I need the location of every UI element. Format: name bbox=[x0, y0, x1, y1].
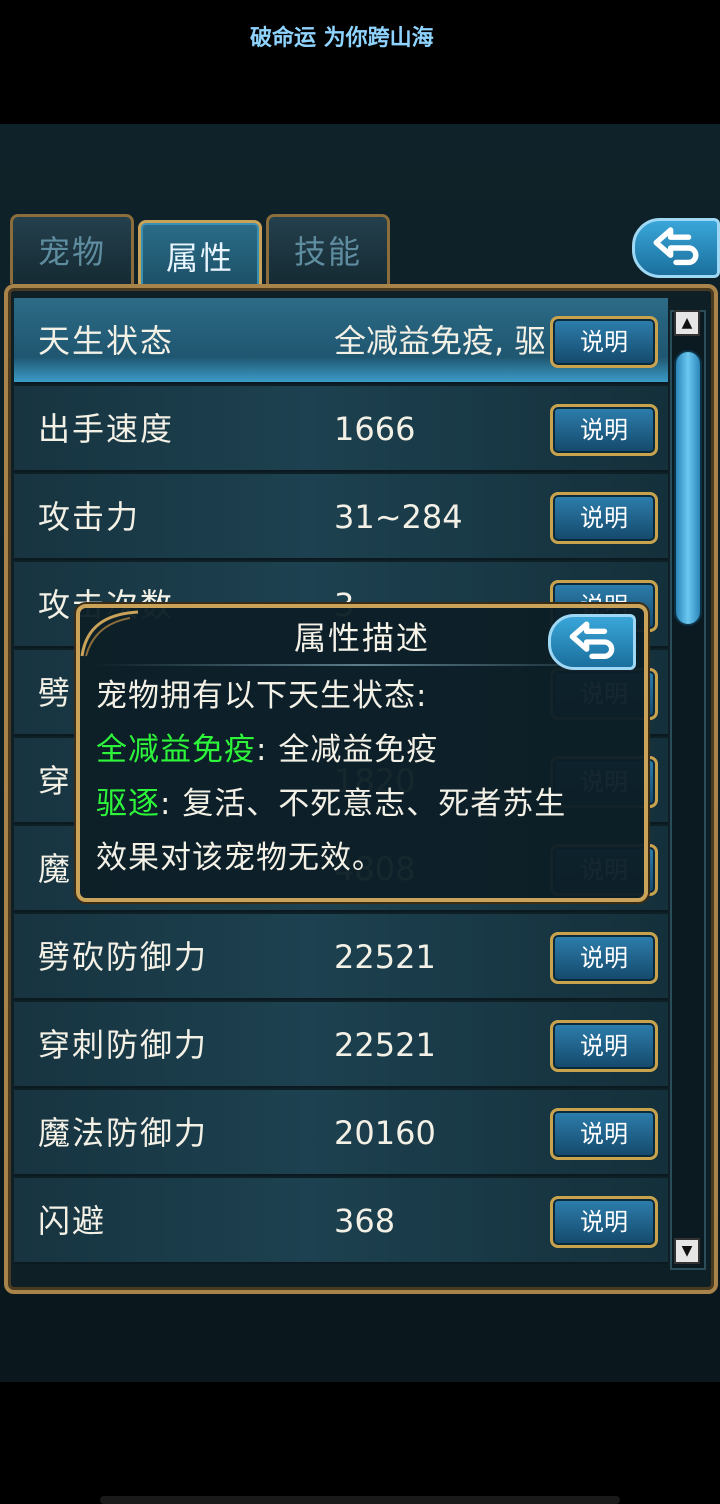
attribute-row[interactable]: 天生状态 全减益免疫, 驱 说明 bbox=[14, 298, 668, 384]
attribute-label: 穿刺防御力 bbox=[38, 1026, 209, 1064]
attribute-label: 攻击力 bbox=[38, 498, 141, 536]
tab-pets[interactable]: 宠物 bbox=[10, 214, 134, 284]
popup-close-button[interactable] bbox=[548, 614, 636, 670]
scroll-down-icon[interactable]: ▼ bbox=[674, 1238, 700, 1264]
attribute-value: 全减益免疫, 驱 bbox=[334, 322, 544, 360]
attribute-row[interactable]: 穿刺防御力 22521 说明 bbox=[14, 1002, 668, 1088]
status-desc: 全减益免疫 bbox=[278, 732, 439, 768]
tab-skills[interactable]: 技能 bbox=[266, 214, 390, 284]
explain-button[interactable]: 说明 bbox=[550, 932, 658, 984]
attribute-row[interactable]: 出手速度 1666 说明 bbox=[14, 386, 668, 472]
back-button[interactable] bbox=[632, 218, 720, 278]
attribute-value: 31~284 bbox=[334, 498, 463, 536]
popup-intro: 宠物拥有以下天生状态: bbox=[96, 678, 428, 714]
explain-button[interactable]: 说明 bbox=[550, 1196, 658, 1248]
attribute-label: 魔 bbox=[38, 850, 73, 888]
separator: : bbox=[160, 786, 183, 822]
explain-button[interactable]: 说明 bbox=[550, 404, 658, 456]
attribute-value: 22521 bbox=[334, 938, 436, 976]
separator: : bbox=[256, 732, 279, 768]
attribute-label: 劈砍防御力 bbox=[38, 938, 209, 976]
scrollbar-thumb[interactable] bbox=[674, 350, 702, 626]
home-indicator bbox=[100, 1496, 620, 1504]
attribute-row[interactable]: 攻击力 31~284 说明 bbox=[14, 474, 668, 560]
attribute-value: 22521 bbox=[334, 1026, 436, 1064]
attribute-row[interactable]: 魔法防御力 20160 说明 bbox=[14, 1090, 668, 1176]
attribute-label: 闪避 bbox=[38, 1202, 107, 1240]
explain-button[interactable]: 说明 bbox=[550, 316, 658, 368]
attribute-row[interactable]: 闪避 368 说明 bbox=[14, 1178, 668, 1264]
status-desc: 复活、不死意志、死者苏生 bbox=[182, 786, 567, 822]
popup-line-3: 效果对该宠物无效。 bbox=[96, 840, 384, 876]
attribute-row[interactable]: 劈砍防御力 22521 说明 bbox=[14, 914, 668, 1000]
attribute-label: 穿 bbox=[38, 762, 73, 800]
attribute-value: 20160 bbox=[334, 1114, 436, 1152]
attribute-label: 魔法防御力 bbox=[38, 1114, 209, 1152]
attribute-value: 368 bbox=[334, 1202, 396, 1240]
banner-text: 破命运 为你跨山海 bbox=[250, 26, 434, 51]
scroll-up-icon[interactable]: ▲ bbox=[674, 310, 700, 336]
bottom-area bbox=[0, 1382, 720, 1504]
explain-button[interactable]: 说明 bbox=[550, 492, 658, 544]
status-name: 全减益免疫 bbox=[96, 732, 256, 768]
back-arrow-icon bbox=[569, 621, 615, 659]
tab-attributes[interactable]: 属性 bbox=[138, 220, 262, 294]
explain-button[interactable]: 说明 bbox=[550, 1108, 658, 1160]
popup-line-1: 全减益免疫: 全减益免疫 bbox=[96, 724, 438, 769]
attribute-value: 1666 bbox=[334, 410, 416, 448]
explain-button[interactable]: 说明 bbox=[550, 1020, 658, 1072]
attribute-label: 天生状态 bbox=[38, 322, 175, 360]
popup-line-2: 驱逐: 复活、不死意志、死者苏生 bbox=[96, 778, 566, 823]
attribute-label: 劈 bbox=[38, 674, 73, 712]
back-arrow-icon bbox=[653, 227, 699, 266]
status-name: 驱逐 bbox=[96, 786, 160, 822]
attribute-label: 出手速度 bbox=[38, 410, 175, 448]
banner: 破命运 为你跨山海 bbox=[0, 0, 720, 124]
